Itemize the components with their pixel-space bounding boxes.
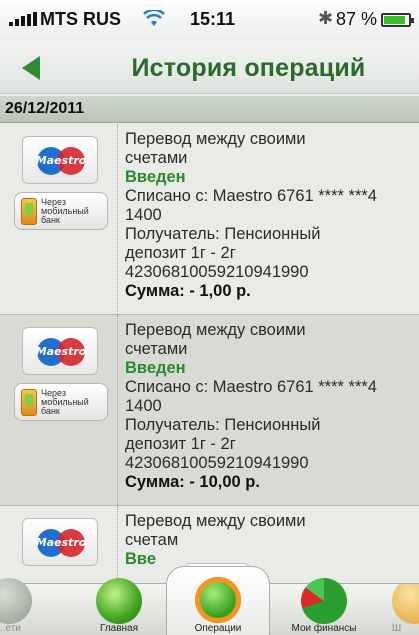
carrier-name: MTS RUS <box>40 9 121 29</box>
tab-label: Главная <box>99 623 139 634</box>
finance-pie-icon <box>301 578 347 624</box>
tab-bar: ...ети Главная Операции Мои финансы Ш <box>0 566 419 635</box>
transaction-title: Перевод между своими <box>125 130 306 148</box>
transactions-list: Maestro Через мобильный банк Перевод меж… <box>0 124 419 586</box>
recipient-account: 42306810059210941990 <box>125 454 309 472</box>
transaction-title-cont: счетами <box>125 340 188 358</box>
channel-label: Через мобильный банк <box>41 197 89 225</box>
recipient-cont: депозит 1г - 2г <box>125 435 236 453</box>
battery-level <box>384 16 405 24</box>
home-icon <box>96 578 142 624</box>
tab-label: Операции <box>194 623 242 634</box>
transaction-title: Перевод между своими <box>125 321 306 339</box>
recipient: Получатель: Пенсионный <box>125 225 321 243</box>
transaction-row[interactable]: Maestro Через мобильный банк Перевод меж… <box>0 315 419 506</box>
tab-label: Ш <box>392 623 402 634</box>
transaction-sum: Сумма: - 1,00 р. <box>125 282 251 300</box>
maestro-card-icon: Maestro <box>22 518 98 566</box>
tab-partial-left[interactable]: ...ети <box>0 578 40 635</box>
transaction-sum: Сумма: - 10,00 р. <box>125 473 260 491</box>
operations-icon <box>195 577 241 623</box>
recipient-cont: депозит 1г - 2г <box>125 244 236 262</box>
transaction-title-cont: счетами <box>125 149 188 167</box>
tab-finances[interactable]: Мои финансы <box>276 578 372 635</box>
tab-partial-right[interactable]: Ш <box>392 584 419 635</box>
bluetooth-icon: ✱ <box>318 8 334 28</box>
transaction-icons: Maestro Через мобильный банк <box>0 124 118 314</box>
mobile-bank-badge: Через мобильный банк <box>14 192 108 230</box>
signal-strength-icon <box>9 12 39 26</box>
back-arrow-icon[interactable] <box>12 48 52 86</box>
transaction-details: Перевод между своими счетами Введен Спис… <box>125 130 417 301</box>
mobile-phone-icon <box>21 389 37 416</box>
navigation-bar: История операций <box>0 40 419 94</box>
transaction-icons: Maestro <box>0 506 118 586</box>
debit-source-cont: 1400 <box>125 206 162 224</box>
tab-label: Мои финансы <box>291 623 357 634</box>
debit-source: Списано с: Maestro 6761 **** ***4 <box>125 187 377 205</box>
maestro-card-icon: Maestro <box>22 327 98 375</box>
transaction-icons: Maestro Через мобильный банк <box>0 315 118 505</box>
mobile-bank-badge: Через мобильный банк <box>14 383 108 421</box>
side-icon <box>0 578 32 624</box>
wifi-icon <box>143 10 165 26</box>
channel-label: Через мобильный банк <box>41 388 89 416</box>
mobile-phone-icon <box>21 198 37 225</box>
tab-home[interactable]: Главная <box>76 578 162 635</box>
page-title: История операций <box>131 54 366 82</box>
debit-source: Списано с: Maestro 6761 **** ***4 <box>125 378 377 396</box>
card-brand-label: Maestro <box>35 154 87 167</box>
side-icon <box>392 584 419 624</box>
status-time: 15:11 <box>190 9 236 29</box>
transaction-details: Перевод между своими счетами Введен Спис… <box>125 321 417 492</box>
debit-source-cont: 1400 <box>125 397 162 415</box>
card-brand-label: Maestro <box>35 536 87 549</box>
tab-label: ...ети <box>0 623 21 634</box>
transaction-row[interactable]: Maestro Через мобильный банк Перевод меж… <box>0 124 419 315</box>
battery-icon <box>381 13 414 27</box>
transaction-title: Перевод между своими <box>125 512 306 530</box>
card-brand-label: Maestro <box>35 345 87 358</box>
transaction-title-cont: счетам <box>125 531 179 549</box>
recipient: Получатель: Пенсионный <box>125 416 321 434</box>
recipient-account: 42306810059210941990 <box>125 263 309 281</box>
date-section-header: 26/12/2011 <box>0 95 419 123</box>
battery-percent: 87 % <box>336 9 378 29</box>
transaction-status: Введен <box>125 168 186 186</box>
transaction-status: Вве <box>125 550 157 568</box>
tab-operations[interactable]: Операции <box>166 566 270 635</box>
maestro-card-icon: Maestro <box>22 136 98 184</box>
transaction-status: Введен <box>125 359 186 377</box>
status-bar: MTS RUS 15:11 ✱ 87 % <box>0 0 419 40</box>
transaction-details: Перевод между своими счетам Вве <box>125 512 417 569</box>
